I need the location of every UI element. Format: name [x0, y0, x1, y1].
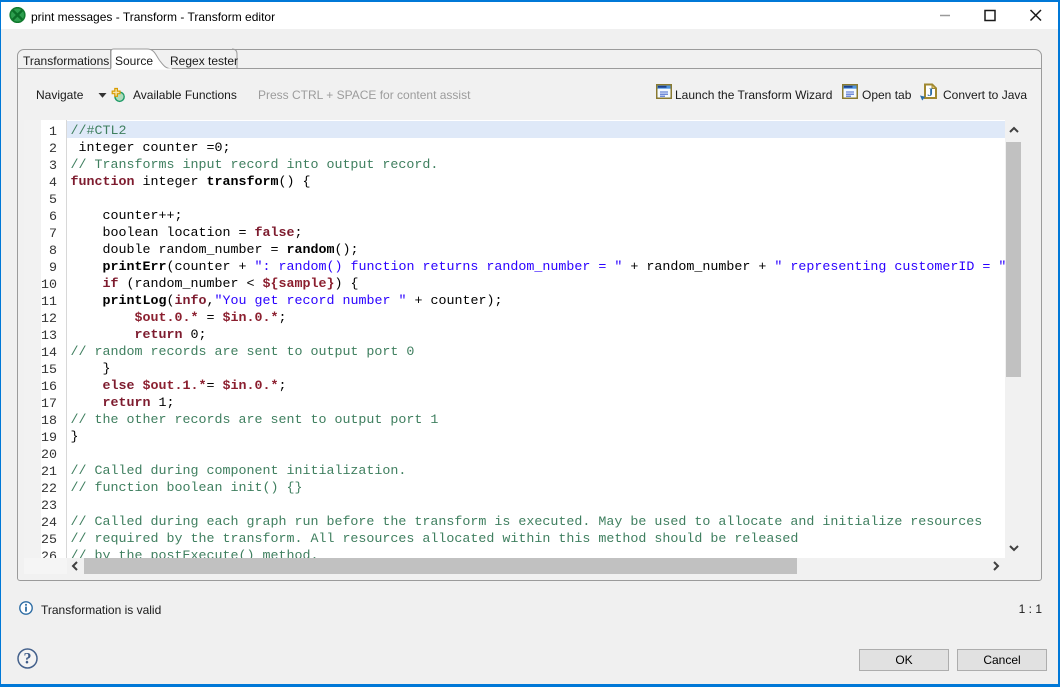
svg-text:?: ? [24, 651, 32, 668]
svg-text:J: J [927, 85, 933, 99]
